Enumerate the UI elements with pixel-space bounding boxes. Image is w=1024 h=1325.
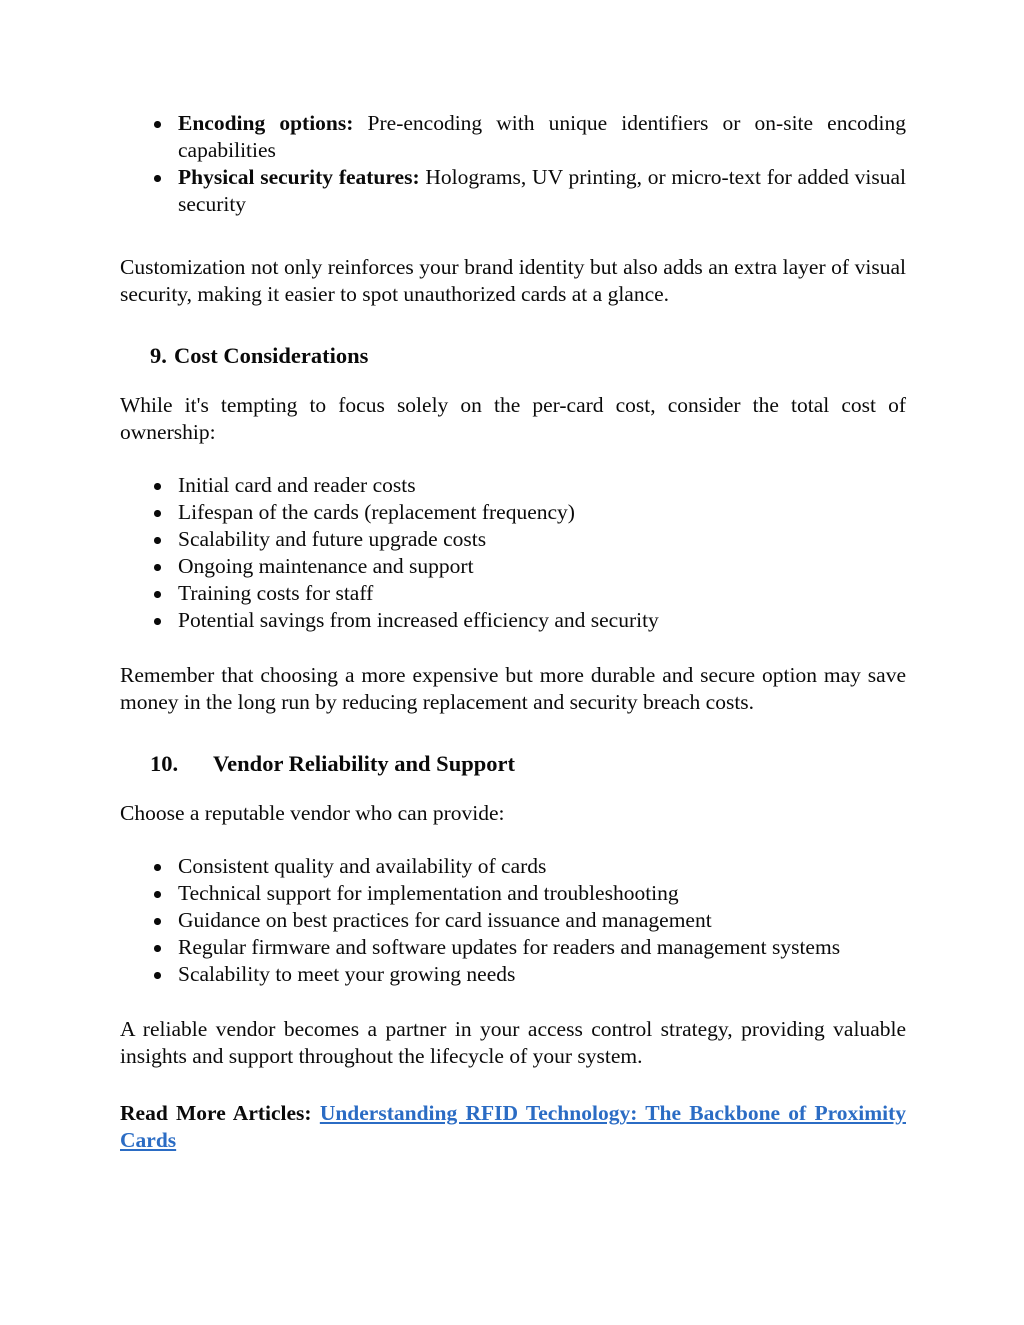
list-item: Guidance on best practices for card issu… [120,907,906,934]
heading-number: 10. [150,751,179,776]
heading-title: Cost Considerations [174,343,369,368]
heading-number: 9. [150,343,167,368]
cost-considerations-list: Initial card and reader costs Lifespan o… [120,472,906,634]
document-page: Encoding options: Pre-encoding with uniq… [0,0,1024,1325]
list-item: Physical security features: Holograms, U… [120,164,906,218]
list-item: Encoding options: Pre-encoding with uniq… [120,110,906,164]
paragraph-vendor-outro: A reliable vendor becomes a partner in y… [120,1017,906,1068]
read-more-line: Read More Articles: Understanding RFID T… [120,1100,906,1181]
list-item: Consistent quality and availability of c… [120,853,906,880]
list-item: Lifespan of the cards (replacement frequ… [120,499,906,526]
paragraph-cost-outro: Remember that choosing a more expensive … [120,663,906,714]
document-content: Encoding options: Pre-encoding with uniq… [120,110,906,1181]
list-item-lead: Encoding options: [178,111,354,135]
list-item: Ongoing maintenance and support [120,553,906,580]
paragraph-cost-intro: While it's tempting to focus solely on t… [120,393,906,444]
paragraph-vendor-intro: Choose a reputable vendor who can provid… [120,801,505,825]
list-item: Initial card and reader costs [120,472,906,499]
list-item: Regular firmware and software updates fo… [120,934,906,961]
heading-vendor-reliability: 10. Vendor Reliability and Support [120,750,906,778]
customization-feature-list: Encoding options: Pre-encoding with uniq… [120,110,906,218]
vendor-capability-list: Consistent quality and availability of c… [120,853,906,988]
list-item: Scalability to meet your growing needs [120,961,906,988]
read-more-label: Read More Articles: [120,1101,312,1125]
heading-title: Vendor Reliability and Support [213,751,515,776]
paragraph-customization: Customization not only reinforces your b… [120,255,906,306]
list-item: Scalability and future upgrade costs [120,526,906,553]
list-item: Training costs for staff [120,580,906,607]
list-item-lead: Physical security features: [178,165,420,189]
list-item: Technical support for implementation and… [120,880,906,907]
heading-cost-considerations: 9. Cost Considerations [120,342,906,370]
list-item: Potential savings from increased efficie… [120,607,906,634]
